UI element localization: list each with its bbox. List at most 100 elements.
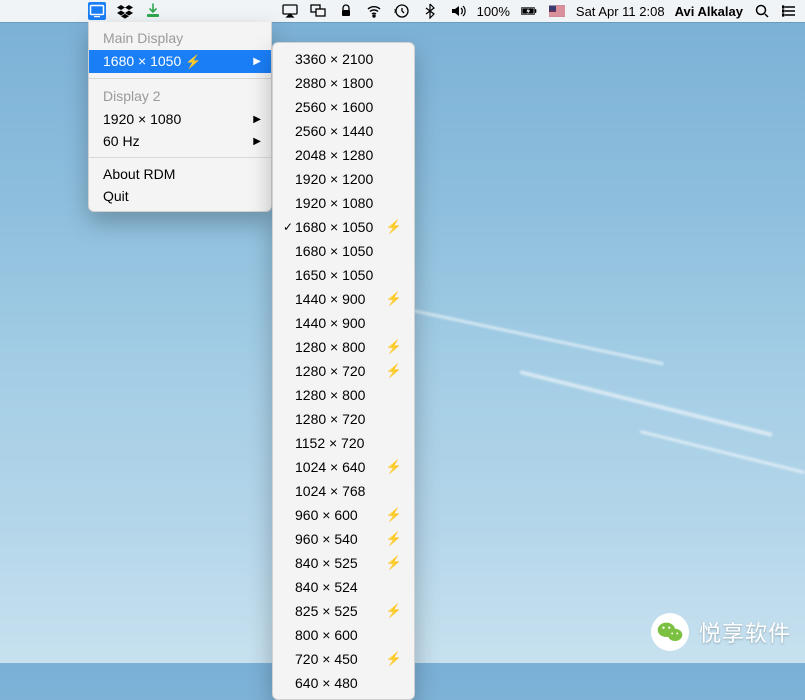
- resolution-option[interactable]: 1024 × 640⚡: [273, 455, 414, 479]
- resolution-label: 1680 × 1050: [295, 241, 402, 261]
- menubar-right: 100% Sat Apr 11 2:08 Avi Alkalay: [281, 2, 799, 20]
- resolution-label: 640 × 480: [295, 673, 402, 693]
- resolution-option[interactable]: 840 × 525 ⚡: [273, 551, 414, 575]
- resolution-option[interactable]: 2560 × 1440: [273, 119, 414, 143]
- resolution-option[interactable]: 1280 × 800: [273, 383, 414, 407]
- menu-item-label: Quit: [103, 188, 129, 204]
- menubar-username[interactable]: Avi Alkalay: [675, 4, 743, 19]
- resolution-option[interactable]: ✓1680 × 1050⚡: [273, 215, 414, 239]
- resolution-option[interactable]: 1280 × 720⚡: [273, 359, 414, 383]
- menu-item-d2-refresh[interactable]: 60 Hz ▶: [89, 130, 271, 152]
- resolution-option[interactable]: 1440 × 900: [273, 311, 414, 335]
- resolution-option[interactable]: 1280 × 800 ⚡: [273, 335, 414, 359]
- resolution-option[interactable]: 2880 × 1800: [273, 71, 414, 95]
- battery-icon[interactable]: [520, 2, 538, 20]
- airplay-icon[interactable]: [281, 2, 299, 20]
- volume-icon[interactable]: [449, 2, 467, 20]
- resolution-label: 2048 × 1280: [295, 145, 402, 165]
- menubar-datetime[interactable]: Sat Apr 11 2:08: [576, 4, 665, 19]
- resolution-option[interactable]: 2048 × 1280: [273, 143, 414, 167]
- hidpi-bolt-icon: ⚡: [386, 601, 402, 621]
- menu-item-quit[interactable]: Quit: [89, 185, 271, 207]
- resolution-option[interactable]: 1280 × 720: [273, 407, 414, 431]
- resolution-option[interactable]: 840 × 524: [273, 575, 414, 599]
- resolution-label: 1280 × 800: [295, 385, 402, 405]
- resolution-label: 960 × 540: [295, 529, 380, 549]
- resolution-label: 1024 × 640: [295, 457, 380, 477]
- resolution-label: 1680 × 1050: [295, 217, 380, 237]
- resolution-option[interactable]: 960 × 540 ⚡: [273, 527, 414, 551]
- menubar-left-icons: [88, 2, 162, 20]
- resolution-label: 2560 × 1600: [295, 97, 402, 117]
- menu-item-label: 60 Hz: [103, 133, 140, 149]
- menu-item-label: 1920 × 1080: [103, 111, 181, 127]
- resolution-option[interactable]: 960 × 600 ⚡: [273, 503, 414, 527]
- hidpi-bolt-icon: ⚡: [386, 289, 402, 309]
- resolution-label: 3360 × 2100: [295, 49, 402, 69]
- resolution-submenu: 3360 × 2100 2880 × 1800 2560 × 1600 2560 × …: [272, 42, 415, 700]
- dropbox-icon[interactable]: [116, 2, 134, 20]
- notification-center-icon[interactable]: [781, 2, 799, 20]
- hidpi-bolt-icon: ⚡: [386, 337, 402, 357]
- battery-percent[interactable]: 100%: [477, 4, 510, 19]
- resolution-option[interactable]: 2560 × 1600: [273, 95, 414, 119]
- resolution-label: 720 × 450: [295, 649, 380, 669]
- resolution-option[interactable]: 1680 × 1050: [273, 239, 414, 263]
- resolution-option[interactable]: 800 × 600: [273, 623, 414, 647]
- resolution-label: 1920 × 1200: [295, 169, 402, 189]
- resolution-label: 2560 × 1440: [295, 121, 402, 141]
- resolution-option[interactable]: 1440 × 900⚡: [273, 287, 414, 311]
- flag-icon[interactable]: [548, 2, 566, 20]
- resolution-label: 1650 × 1050: [295, 265, 402, 285]
- submenu-arrow-icon: ▶: [253, 136, 261, 147]
- download-icon[interactable]: [144, 2, 162, 20]
- hidpi-bolt-icon: ⚡: [386, 361, 402, 381]
- resolution-option[interactable]: 1650 × 1050: [273, 263, 414, 287]
- submenu-arrow-icon: ▶: [253, 56, 261, 67]
- resolution-label: 1024 × 768: [295, 481, 402, 501]
- rdm-menubar-icon[interactable]: [88, 2, 106, 20]
- watermark-text: 悦享软件: [699, 616, 791, 648]
- lock-icon[interactable]: [337, 2, 355, 20]
- resolution-label: 1920 × 1080: [295, 193, 402, 213]
- menu-item-about[interactable]: About RDM: [89, 163, 271, 185]
- timemachine-icon[interactable]: [393, 2, 411, 20]
- resolution-option[interactable]: 640 × 480: [273, 671, 414, 695]
- mission-control-icon[interactable]: [309, 2, 327, 20]
- menu-item-label: About RDM: [103, 166, 175, 182]
- menu-item-main-resolution[interactable]: 1680 × 1050 ⚡ ▶: [89, 50, 271, 73]
- resolution-option[interactable]: 1024 × 768: [273, 479, 414, 503]
- resolution-label: 2880 × 1800: [295, 73, 402, 93]
- wechat-icon: [651, 613, 689, 651]
- resolution-option[interactable]: 3360 × 2100: [273, 47, 414, 71]
- hidpi-bolt-icon: ⚡: [185, 54, 201, 69]
- resolution-label: 1280 × 720: [295, 409, 402, 429]
- menu-section-display-2: Display 2: [89, 84, 271, 108]
- resolution-label: 1280 × 800: [295, 337, 380, 357]
- resolution-option[interactable]: 1152 × 720: [273, 431, 414, 455]
- spotlight-icon[interactable]: [753, 2, 771, 20]
- resolution-label: 800 × 600: [295, 625, 402, 645]
- check-icon: ✓: [281, 217, 295, 237]
- bluetooth-icon[interactable]: [421, 2, 439, 20]
- menu-separator: [89, 157, 271, 158]
- resolution-option[interactable]: 1920 × 1200: [273, 167, 414, 191]
- resolution-label: 960 × 600: [295, 505, 380, 525]
- hidpi-bolt-icon: ⚡: [386, 649, 402, 669]
- watermark: 悦享软件: [651, 613, 791, 651]
- menu-item-d2-resolution[interactable]: 1920 × 1080 ▶: [89, 108, 271, 130]
- resolution-option[interactable]: 1920 × 1080: [273, 191, 414, 215]
- menubar: 100% Sat Apr 11 2:08 Avi Alkalay: [0, 0, 805, 22]
- resolution-option[interactable]: 825 × 525⚡: [273, 599, 414, 623]
- resolution-label: 1440 × 900: [295, 313, 402, 333]
- wifi-icon[interactable]: [365, 2, 383, 20]
- submenu-arrow-icon: ▶: [253, 114, 261, 125]
- rdm-menu: Main Display 1680 × 1050⚡ ▶ Display 2 19…: [88, 22, 272, 212]
- decoration: [640, 430, 805, 474]
- resolution-option[interactable]: 720 × 450 ⚡: [273, 647, 414, 671]
- hidpi-bolt-icon: ⚡: [386, 553, 402, 573]
- hidpi-bolt-icon: ⚡: [386, 505, 402, 525]
- resolution-label: 840 × 525: [295, 553, 380, 573]
- hidpi-bolt-icon: ⚡: [386, 529, 402, 549]
- menu-item-label: 1680 × 1050: [103, 53, 181, 69]
